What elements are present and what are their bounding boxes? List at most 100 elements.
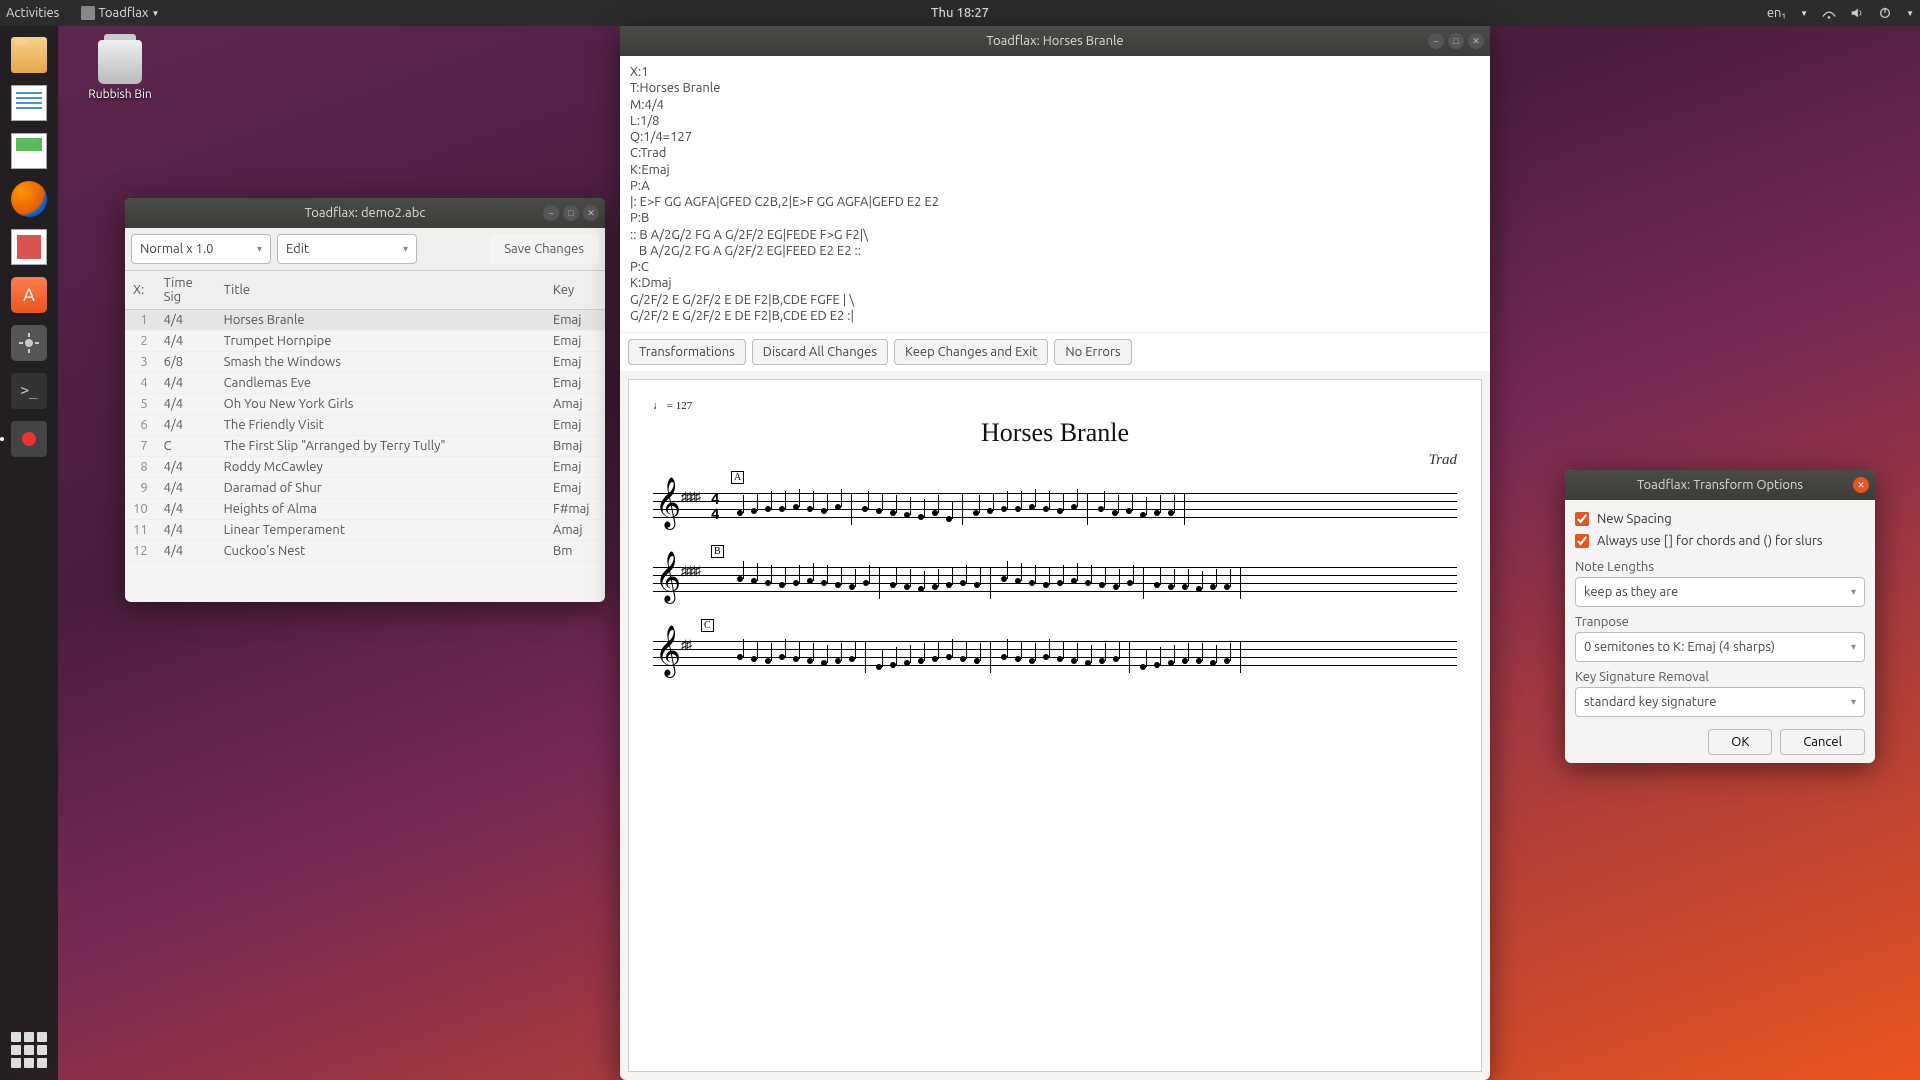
settings-icon: [11, 325, 47, 361]
cell-key: Amaj: [545, 394, 605, 415]
staff-line-a: A 𝄞 ♯♯♯♯ 44: [653, 475, 1457, 533]
desktop-trash[interactable]: Rubbish Bin: [80, 40, 160, 101]
transformations-button[interactable]: Transformations: [628, 339, 746, 365]
clock[interactable]: Thu 18:27: [931, 6, 989, 20]
always-brackets-checkbox[interactable]: Always use [] for chords and () for slur…: [1575, 530, 1865, 552]
cell-key: Bm: [545, 541, 605, 562]
dialog-titlebar[interactable]: Toadflax: Transform Options ✕: [1565, 470, 1875, 500]
keep-changes-button[interactable]: Keep Changes and Exit: [894, 339, 1048, 365]
launcher-settings[interactable]: [6, 320, 52, 366]
close-button[interactable]: ✕: [1468, 33, 1484, 49]
launcher-files[interactable]: [6, 32, 52, 78]
minimize-button[interactable]: –: [543, 205, 559, 221]
cell-title: Horses Branle: [216, 310, 545, 331]
transpose-dropdown[interactable]: 0 semitones to K: Emaj (4 sharps): [1575, 632, 1865, 662]
table-row[interactable]: 10 4/4 Heights of Alma F#maj: [125, 499, 605, 520]
cell-key: Emaj: [545, 352, 605, 373]
app-menu[interactable]: Toadflax ▼: [81, 6, 159, 20]
launcher-firefox[interactable]: [6, 176, 52, 222]
cancel-button[interactable]: Cancel: [1780, 729, 1865, 755]
table-row[interactable]: 1 4/4 Horses Branle Emaj: [125, 310, 605, 331]
cell-x: 5: [125, 394, 156, 415]
window-titlebar[interactable]: Toadflax: Horses Branle – □ ✕: [620, 26, 1490, 56]
note-lengths-dropdown[interactable]: keep as they are: [1575, 577, 1865, 607]
cell-key: Bmaj: [545, 436, 605, 457]
launcher-recorder[interactable]: [6, 416, 52, 462]
staff-line-c: C 𝄞 ♯♯: [653, 623, 1457, 681]
table-row[interactable]: 8 4/4 Roddy McCawley Emaj: [125, 457, 605, 478]
maximize-button[interactable]: □: [563, 205, 579, 221]
cell-key: F#maj: [545, 499, 605, 520]
table-row[interactable]: 4 4/4 Candlemas Eve Emaj: [125, 373, 605, 394]
software-icon: A: [11, 277, 47, 313]
col-title[interactable]: Title: [216, 271, 545, 310]
keysig-removal-dropdown[interactable]: standard key signature: [1575, 687, 1865, 717]
cell-x: 1: [125, 310, 156, 331]
window-titlebar[interactable]: Toadflax: demo2.abc – □ ✕: [125, 198, 605, 228]
close-button[interactable]: ✕: [1853, 477, 1869, 493]
table-row[interactable]: 2 4/4 Trumpet Hornpipe Emaj: [125, 331, 605, 352]
time-signature: 44: [711, 492, 719, 523]
key-signature: ♯♯♯♯: [681, 489, 699, 504]
col-key[interactable]: Key: [545, 271, 605, 310]
volume-icon[interactable]: [1850, 6, 1864, 20]
power-icon[interactable]: [1878, 6, 1892, 20]
close-button[interactable]: ✕: [583, 205, 599, 221]
activities-button[interactable]: Activities: [6, 6, 59, 20]
launcher-writer[interactable]: [6, 80, 52, 126]
checkbox-input[interactable]: [1575, 512, 1589, 526]
dock: A >_: [0, 26, 58, 1080]
minimize-button[interactable]: –: [1428, 33, 1444, 49]
checkbox-input[interactable]: [1575, 534, 1589, 548]
table-row[interactable]: 7 C The First Slip "Arranged by Terry Tu…: [125, 436, 605, 457]
window-title: Toadflax: Horses Branle: [986, 34, 1123, 48]
cell-title: Trumpet Hornpipe: [216, 331, 545, 352]
cell-key: Emaj: [545, 457, 605, 478]
cell-timesig: 4/4: [156, 478, 216, 499]
table-row[interactable]: 3 6/8 Smash the Windows Emaj: [125, 352, 605, 373]
table-row[interactable]: 9 4/4 Daramad of Shur Emaj: [125, 478, 605, 499]
cell-x: 2: [125, 331, 156, 352]
staff-line-b: B 𝄞 ♯♯♯♯: [653, 549, 1457, 607]
presentation-icon: [11, 229, 47, 265]
col-x[interactable]: X:: [125, 271, 156, 310]
score-tempo: ♩ = 127: [653, 400, 1457, 412]
ok-button[interactable]: OK: [1708, 729, 1772, 755]
cell-x: 8: [125, 457, 156, 478]
launcher-software[interactable]: A: [6, 272, 52, 318]
maximize-button[interactable]: □: [1448, 33, 1464, 49]
abc-source-editor[interactable]: X:1 T:Horses Branle M:4/4 L:1/8 Q:1/4=12…: [620, 56, 1490, 332]
checkbox-label: Always use [] for chords and () for slur…: [1597, 534, 1823, 548]
table-row[interactable]: 6 4/4 The Friendly Visit Emaj: [125, 415, 605, 436]
table-row[interactable]: 11 4/4 Linear Temperament Amaj: [125, 520, 605, 541]
show-applications-button[interactable]: [11, 1032, 47, 1068]
cell-timesig: 4/4: [156, 331, 216, 352]
chevron-down-icon: ▼: [1800, 9, 1808, 18]
score-composer: Trad: [653, 452, 1457, 469]
table-row[interactable]: 12 4/4 Cuckoo's Nest Bm: [125, 541, 605, 562]
errors-indicator[interactable]: No Errors: [1054, 339, 1131, 365]
zoom-dropdown[interactable]: Normal x 1.0: [131, 234, 271, 264]
new-spacing-checkbox[interactable]: New Spacing: [1575, 508, 1865, 530]
cell-title: Daramad of Shur: [216, 478, 545, 499]
launcher-impress[interactable]: [6, 224, 52, 270]
record-icon: [11, 421, 47, 457]
treble-clef-icon: 𝄞: [655, 555, 681, 599]
cell-key: Emaj: [545, 373, 605, 394]
discard-changes-button[interactable]: Discard All Changes: [752, 339, 888, 365]
launcher-calc[interactable]: [6, 128, 52, 174]
cell-title: Candlemas Eve: [216, 373, 545, 394]
launcher-terminal[interactable]: >_: [6, 368, 52, 414]
cell-x: 10: [125, 499, 156, 520]
input-source-indicator[interactable]: en₁: [1767, 6, 1786, 20]
app-menu-label: Toadflax: [98, 6, 148, 20]
mode-value: Edit: [286, 242, 309, 256]
cell-x: 6: [125, 415, 156, 436]
network-icon[interactable]: [1822, 6, 1836, 20]
save-changes-button[interactable]: Save Changes: [489, 234, 599, 264]
mode-dropdown[interactable]: Edit: [277, 234, 417, 264]
cell-timesig: 4/4: [156, 520, 216, 541]
list-toolbar: Normal x 1.0 Edit Save Changes: [125, 228, 605, 271]
table-row[interactable]: 5 4/4 Oh You New York Girls Amaj: [125, 394, 605, 415]
col-timesig[interactable]: Time Sig: [156, 271, 216, 310]
